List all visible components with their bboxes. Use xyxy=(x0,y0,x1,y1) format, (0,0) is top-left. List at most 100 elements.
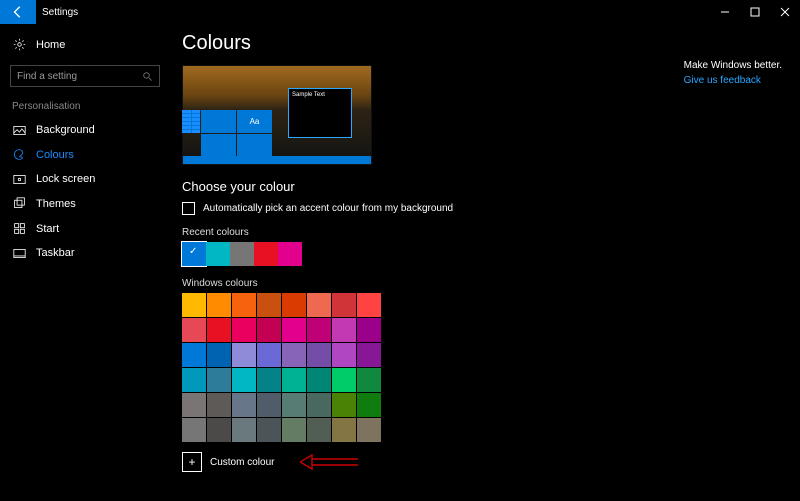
colour-swatch[interactable] xyxy=(282,343,306,367)
colour-swatch[interactable] xyxy=(332,293,356,317)
colour-swatch[interactable] xyxy=(257,418,281,442)
home-label: Home xyxy=(36,39,65,51)
colour-swatch[interactable] xyxy=(207,418,231,442)
sidebar-item-label: Colours xyxy=(36,149,74,161)
checkbox-icon xyxy=(182,202,195,215)
colour-swatch[interactable] xyxy=(232,393,256,417)
window-title: Settings xyxy=(42,7,78,18)
colour-swatch[interactable] xyxy=(257,368,281,392)
colour-swatch[interactable] xyxy=(332,368,356,392)
colour-swatch[interactable] xyxy=(232,318,256,342)
colour-swatch[interactable] xyxy=(232,293,256,317)
custom-colour-button[interactable]: + xyxy=(182,452,202,472)
recent-colours-heading: Recent colours xyxy=(182,227,780,238)
colour-swatch[interactable] xyxy=(357,318,381,342)
palette-icon xyxy=(12,148,26,161)
preview-sample-text: Sample Text xyxy=(289,89,351,101)
colour-swatch[interactable] xyxy=(282,318,306,342)
custom-colour-label: Custom colour xyxy=(210,457,274,468)
page-title: Colours xyxy=(182,32,780,55)
recent-colour-swatch[interactable] xyxy=(254,242,278,266)
colour-swatch[interactable] xyxy=(332,418,356,442)
close-button[interactable] xyxy=(770,0,800,24)
colour-swatch[interactable] xyxy=(307,318,331,342)
windows-colours-heading: Windows colours xyxy=(182,278,780,289)
colour-swatch[interactable] xyxy=(182,393,206,417)
colour-swatch[interactable] xyxy=(257,318,281,342)
gear-icon xyxy=(12,38,26,51)
search-input[interactable]: Find a setting xyxy=(10,65,160,87)
colour-swatch[interactable] xyxy=(357,418,381,442)
colour-swatch[interactable] xyxy=(282,368,306,392)
colour-swatch[interactable] xyxy=(182,293,206,317)
colour-swatch[interactable] xyxy=(307,293,331,317)
colour-swatch[interactable] xyxy=(282,293,306,317)
sidebar-item-colours[interactable]: Colours xyxy=(4,142,166,167)
colour-swatch[interactable] xyxy=(357,368,381,392)
home-nav[interactable]: Home xyxy=(4,32,166,57)
colour-swatch[interactable] xyxy=(357,293,381,317)
sidebar-item-background[interactable]: Background xyxy=(4,118,166,142)
colour-swatch[interactable] xyxy=(207,293,231,317)
annotation-arrow-icon xyxy=(300,453,360,471)
colour-swatch[interactable] xyxy=(257,293,281,317)
colour-swatch[interactable] xyxy=(182,418,206,442)
category-label: Personalisation xyxy=(4,97,166,118)
colour-swatch[interactable] xyxy=(207,393,231,417)
maximize-icon xyxy=(750,7,760,17)
colour-swatch[interactable] xyxy=(307,418,331,442)
plus-icon: + xyxy=(188,455,195,469)
sidebar-item-label: Background xyxy=(36,124,95,136)
content-area: Colours Aa Sample Text Choose your colou… xyxy=(170,24,800,501)
colour-swatch[interactable] xyxy=(207,318,231,342)
make-windows-better-text: Make Windows better. xyxy=(684,60,782,71)
colour-swatch[interactable] xyxy=(332,318,356,342)
colour-preview: Aa Sample Text xyxy=(182,65,372,165)
preview-taskbar xyxy=(183,156,371,164)
colour-swatch[interactable] xyxy=(207,343,231,367)
colour-swatch[interactable] xyxy=(307,368,331,392)
colour-swatch[interactable] xyxy=(232,368,256,392)
sidebar-item-themes[interactable]: Themes xyxy=(4,191,166,216)
colour-swatch[interactable] xyxy=(357,343,381,367)
colour-swatch[interactable] xyxy=(207,368,231,392)
colour-swatch[interactable] xyxy=(257,343,281,367)
colour-swatch[interactable] xyxy=(232,418,256,442)
colour-swatch[interactable] xyxy=(182,318,206,342)
auto-pick-checkbox[interactable]: Automatically pick an accent colour from… xyxy=(182,202,780,215)
minimize-button[interactable] xyxy=(710,0,740,24)
colour-swatch[interactable] xyxy=(232,343,256,367)
preview-start-tiles: Aa xyxy=(182,110,272,156)
colour-swatch[interactable] xyxy=(357,393,381,417)
recent-colours-row xyxy=(182,242,780,266)
recent-colour-swatch[interactable] xyxy=(230,242,254,266)
recent-colour-swatch[interactable] xyxy=(206,242,230,266)
colour-swatch[interactable] xyxy=(257,393,281,417)
themes-icon xyxy=(12,197,26,210)
sidebar-item-label: Lock screen xyxy=(36,173,95,185)
sidebar-item-label: Taskbar xyxy=(36,247,75,259)
recent-colour-swatch[interactable] xyxy=(278,242,302,266)
colour-swatch[interactable] xyxy=(332,343,356,367)
start-icon xyxy=(12,222,26,235)
preview-window: Sample Text xyxy=(288,88,352,138)
auto-pick-label: Automatically pick an accent colour from… xyxy=(203,203,453,214)
search-icon xyxy=(142,71,153,82)
colour-swatch[interactable] xyxy=(182,343,206,367)
sidebar-item-start[interactable]: Start xyxy=(4,216,166,241)
colour-swatch[interactable] xyxy=(307,393,331,417)
preview-tile-aa: Aa xyxy=(237,110,272,133)
maximize-button[interactable] xyxy=(740,0,770,24)
back-button[interactable] xyxy=(0,0,36,24)
colour-swatch[interactable] xyxy=(307,343,331,367)
sidebar-item-lockscreen[interactable]: Lock screen xyxy=(4,167,166,191)
colour-swatch[interactable] xyxy=(332,393,356,417)
give-feedback-link[interactable]: Give us feedback xyxy=(684,75,782,86)
titlebar: Settings xyxy=(0,0,800,24)
taskbar-icon xyxy=(12,248,26,259)
colour-swatch[interactable] xyxy=(282,393,306,417)
sidebar-item-taskbar[interactable]: Taskbar xyxy=(4,241,166,265)
colour-swatch[interactable] xyxy=(282,418,306,442)
colour-swatch[interactable] xyxy=(182,368,206,392)
recent-colour-swatch[interactable] xyxy=(182,242,206,266)
